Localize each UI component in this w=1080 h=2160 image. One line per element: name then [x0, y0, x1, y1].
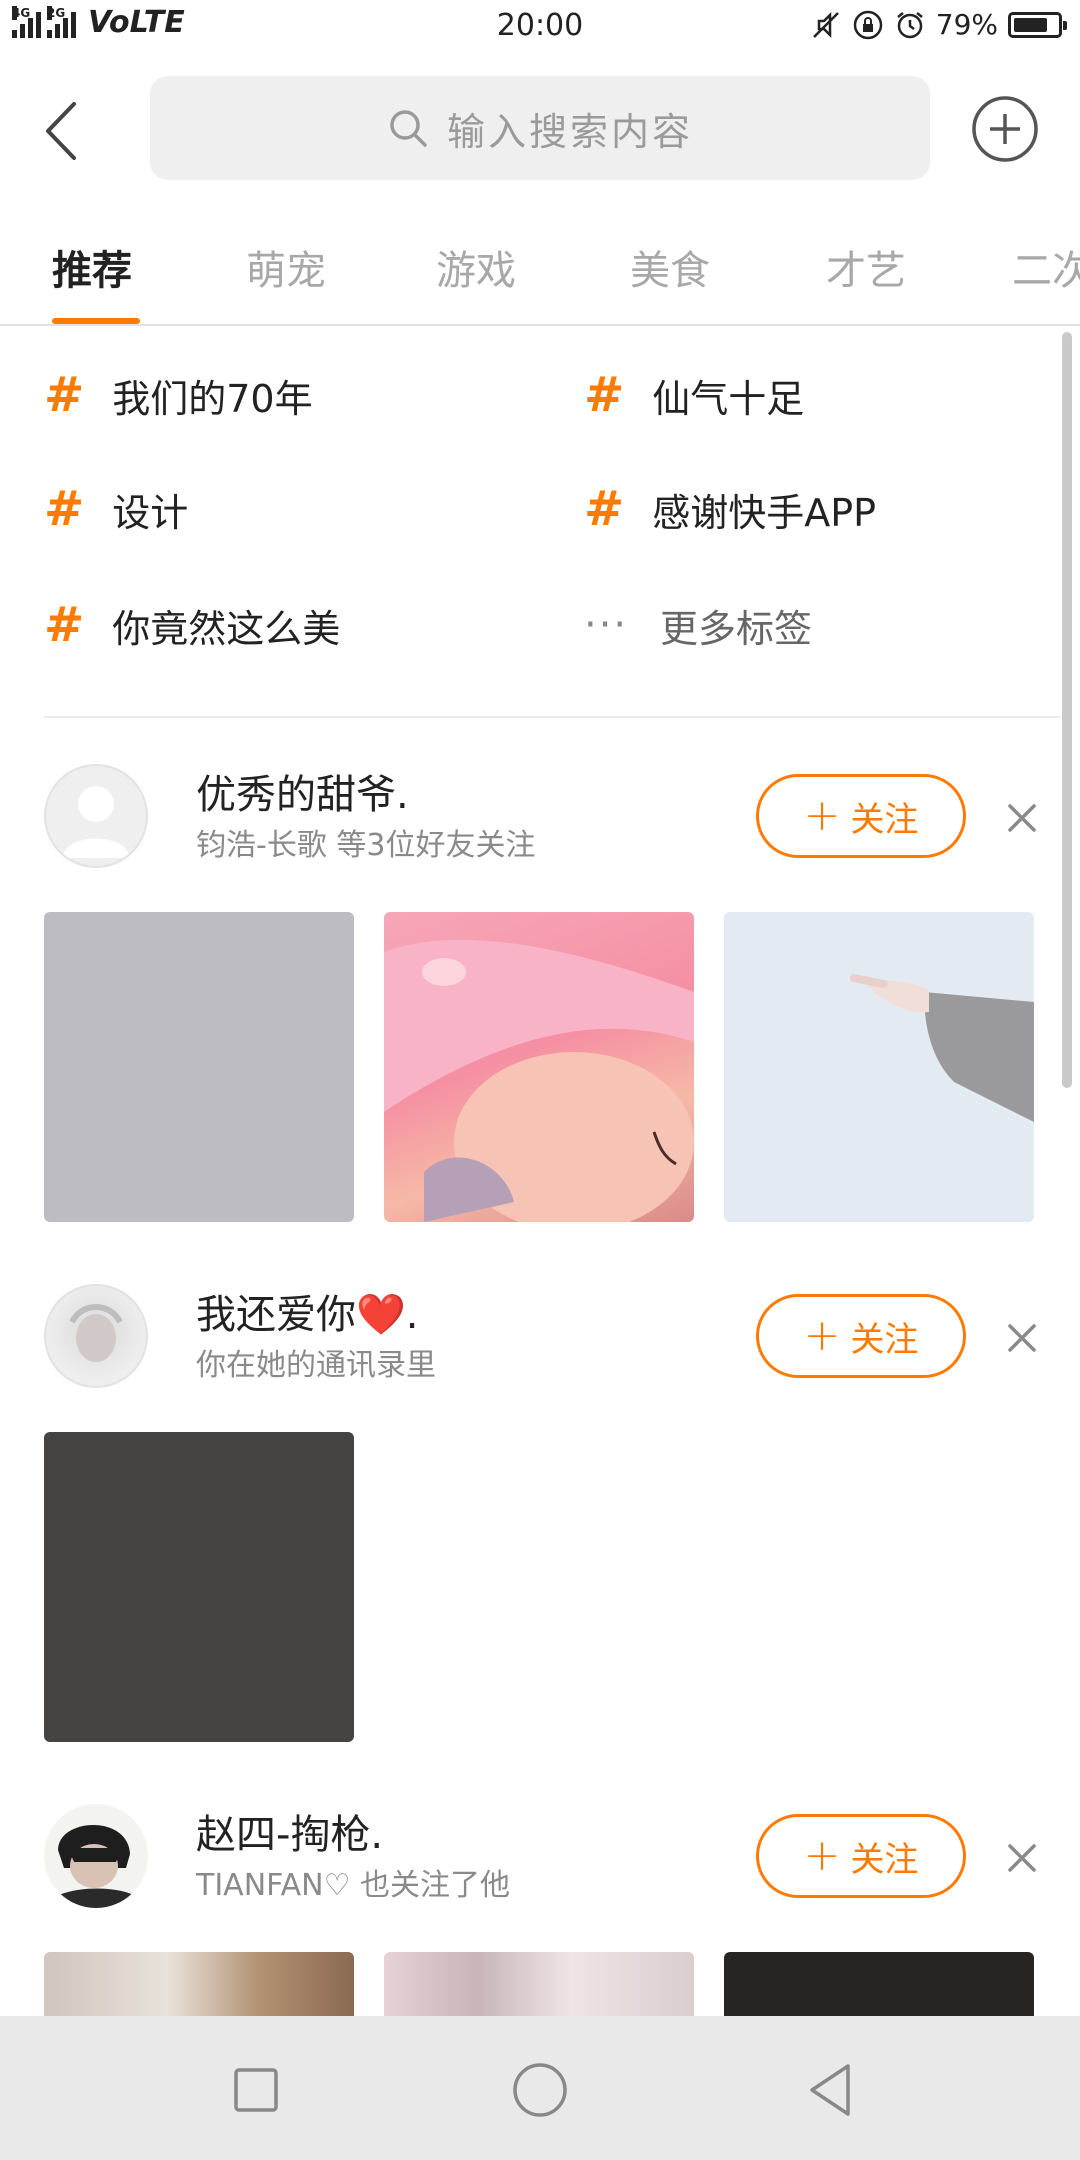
- plus-icon: +: [803, 1830, 841, 1881]
- hashtag-icon: #: [584, 481, 625, 537]
- video-thumbnail[interactable]: [384, 912, 694, 1222]
- tag-item[interactable]: # 设计: [44, 474, 188, 544]
- follow-label: 关注: [850, 1319, 919, 1360]
- user-name[interactable]: 赵四-掏枪.: [196, 1802, 383, 1860]
- home-icon[interactable]: [510, 2060, 570, 2120]
- search-input[interactable]: 输入搜索内容: [150, 76, 930, 180]
- dismiss-icon[interactable]: [1002, 1838, 1042, 1878]
- hashtag-icon: #: [44, 367, 85, 423]
- follow-button[interactable]: + 关注: [756, 1294, 966, 1378]
- tab-talent[interactable]: 才艺: [826, 238, 906, 296]
- hashtag-icon: #: [584, 367, 625, 423]
- avatar[interactable]: [44, 764, 148, 868]
- rotation-lock-icon: [853, 10, 883, 39]
- header: 输入搜索内容: [0, 60, 1080, 200]
- search-placeholder: 输入搜索内容: [446, 109, 693, 154]
- active-tab-indicator: [52, 318, 140, 324]
- battery-fill: [1014, 17, 1048, 32]
- video-thumbnail[interactable]: [44, 912, 354, 1222]
- video-thumbnail[interactable]: [384, 1952, 694, 2016]
- status-icons: 79%: [810, 8, 1067, 41]
- plus-icon: +: [803, 790, 841, 841]
- video-thumbnail[interactable]: [44, 1952, 354, 2016]
- user-suggestion-card: 我还爱你❤️. 你在她的通讯录里 + 关注: [0, 1282, 1080, 1402]
- user-suggestion-card: 赵四-掏枪. TIANFAN♡ 也关注了他 + 关注: [0, 1802, 1080, 1922]
- follow-button[interactable]: + 关注: [756, 774, 966, 858]
- user-name[interactable]: 优秀的甜爷.: [196, 762, 409, 820]
- more-dots-icon: ···: [584, 602, 629, 648]
- category-tabs: 推荐 萌宠 游戏 美食 才艺 二次: [0, 210, 1080, 326]
- plus-icon: +: [803, 1310, 841, 1361]
- section-divider: [44, 716, 1060, 718]
- user-photo-icon: [69, 1304, 123, 1362]
- tag-grid: # 我们的70年 # 仙气十足 # 设计 # 感谢快手APP # 你竟然这么美 …: [0, 340, 1060, 690]
- default-avatar-icon: [62, 786, 130, 858]
- dismiss-icon[interactable]: [1002, 798, 1042, 838]
- battery-icon: [1008, 11, 1067, 38]
- battery-percent: 79%: [935, 8, 998, 41]
- tab-food[interactable]: 美食: [630, 238, 710, 296]
- user-subtitle: TIANFAN♡ 也关注了他: [196, 1868, 511, 1903]
- user-photo-icon: [44, 1825, 148, 1908]
- video-thumbnail[interactable]: [724, 1952, 1034, 2016]
- status-bar: 4G 2G VoLTE 20:00 79%: [0, 0, 1080, 56]
- follow-button[interactable]: + 关注: [756, 1814, 966, 1898]
- follow-label: 关注: [850, 1839, 919, 1880]
- back-triangle-icon[interactable]: [800, 2060, 860, 2120]
- tag-item[interactable]: # 仙气十足: [584, 360, 804, 430]
- hashtag-icon: #: [44, 597, 85, 653]
- more-tags-label: 更多标签: [660, 606, 813, 651]
- tag-label: 你竟然这么美: [112, 606, 341, 651]
- scrollbar[interactable]: [1062, 332, 1072, 1088]
- avatar[interactable]: [44, 1804, 148, 1908]
- tag-item[interactable]: # 我们的70年: [44, 360, 313, 430]
- tag-label: 仙气十足: [652, 376, 805, 421]
- mute-icon: [812, 11, 839, 38]
- dismiss-icon[interactable]: [1002, 1318, 1042, 1358]
- pointing-hand-image: [850, 974, 1034, 1122]
- tag-label: 设计: [112, 490, 189, 535]
- user-name[interactable]: 我还爱你❤️.: [196, 1282, 419, 1340]
- add-icon[interactable]: [970, 94, 1040, 164]
- sleeping-baby-image: [384, 939, 694, 1222]
- tab-pets[interactable]: 萌宠: [246, 238, 326, 296]
- user-subtitle: 钧浩-长歌 等3位好友关注: [196, 828, 536, 863]
- video-thumbnail[interactable]: [724, 912, 1034, 1222]
- user-subtitle: 你在她的通讯录里: [196, 1348, 436, 1383]
- tag-label: 感谢快手APP: [652, 490, 877, 535]
- tab-anime[interactable]: 二次: [1012, 238, 1080, 296]
- more-tags-button[interactable]: ··· 更多标签: [584, 590, 812, 660]
- follow-label: 关注: [850, 799, 919, 840]
- tag-item[interactable]: # 感谢快手APP: [584, 474, 876, 544]
- search-icon: [390, 110, 427, 147]
- back-arrow-icon: [46, 102, 76, 160]
- avatar[interactable]: [44, 1284, 148, 1388]
- back-button[interactable]: [34, 96, 86, 166]
- tab-games[interactable]: 游戏: [436, 238, 516, 296]
- tab-recommend[interactable]: 推荐: [52, 238, 132, 296]
- alarm-icon: [896, 11, 923, 38]
- video-thumbnail[interactable]: [44, 1432, 354, 1742]
- tag-label: 我们的70年: [112, 376, 313, 421]
- recent-apps-icon[interactable]: [226, 2060, 286, 2120]
- tag-item[interactable]: # 你竟然这么美: [44, 590, 340, 660]
- system-navigation-bar: [0, 2016, 1080, 2160]
- hashtag-icon: #: [44, 481, 85, 537]
- user-suggestion-card: 优秀的甜爷. 钧浩-长歌 等3位好友关注 + 关注: [0, 762, 1080, 882]
